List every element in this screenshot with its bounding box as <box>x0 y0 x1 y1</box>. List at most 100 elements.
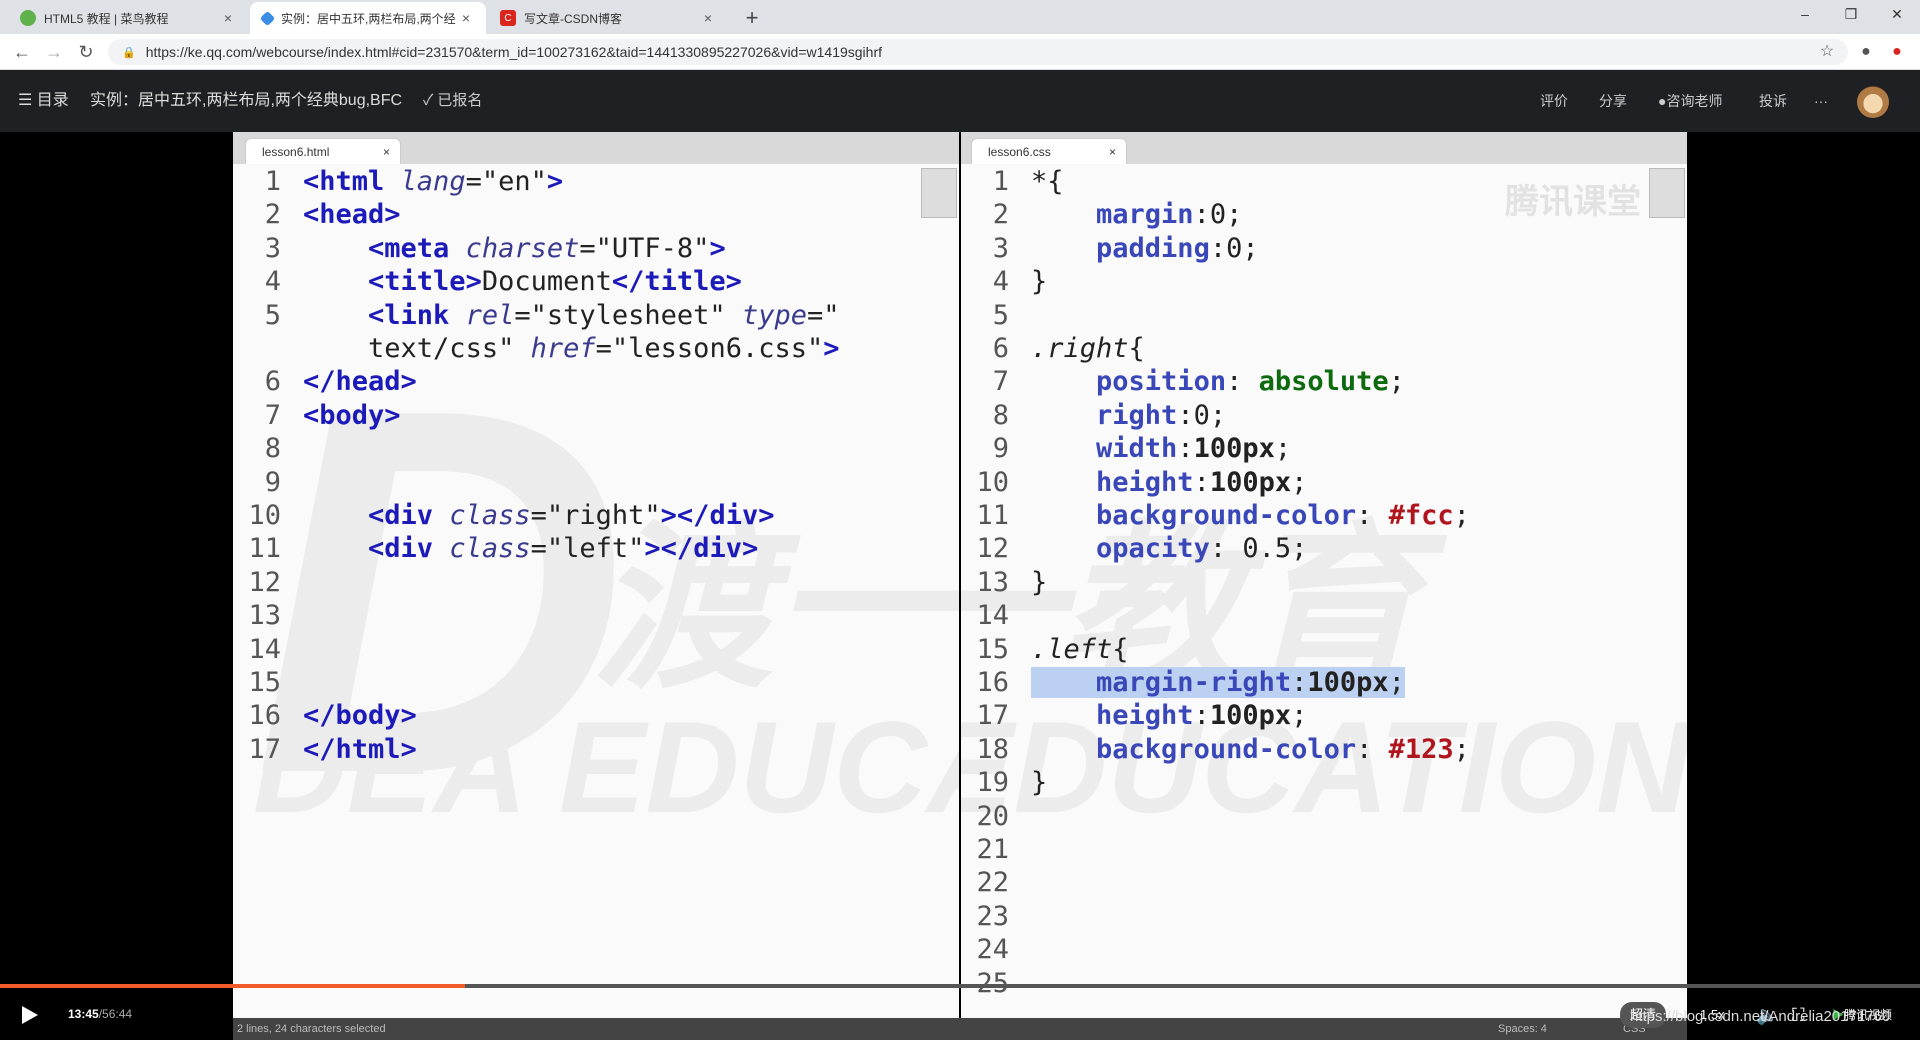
code-line[interactable]: width:100px; <box>1031 433 1291 464</box>
code-line[interactable]: *{ <box>1031 166 1064 197</box>
line-number: 14 <box>248 633 281 665</box>
code-line[interactable]: <html lang="en"> <box>303 166 563 197</box>
window-restore-button[interactable]: ❐ <box>1828 0 1874 30</box>
rate-button[interactable]: 评价 <box>1540 70 1568 132</box>
consult-teacher-button[interactable]: ●咨询老师 <box>1658 70 1722 132</box>
reload-icon[interactable]: ↻ <box>72 38 100 66</box>
video-time: 13:45/56:44 <box>68 1007 132 1021</box>
code-line[interactable]: </html> <box>303 734 417 765</box>
line-number: 10 <box>976 466 1009 498</box>
selection-status: 2 lines, 24 characters selected <box>237 1023 386 1035</box>
line-number: 8 <box>992 399 1009 431</box>
line-number: 24 <box>976 934 1009 966</box>
code-line[interactable]: <link rel="stylesheet" type=" <box>303 300 840 331</box>
app-root: HTML5 教程 | 菜鸟教程 × 实例：居中五环,两栏布局,两个经 × C 写… <box>0 0 1920 1040</box>
line-number: 4 <box>992 266 1009 298</box>
line-number: 13 <box>976 566 1009 598</box>
play-icon[interactable] <box>18 1004 40 1026</box>
line-number: 17 <box>976 700 1009 732</box>
code-line[interactable]: <div class="right"></div> <box>303 500 774 531</box>
code-line[interactable]: opacity: 0.5; <box>1031 533 1307 564</box>
code-line[interactable]: margin-right:100px; <box>1031 667 1405 698</box>
code-line[interactable]: right:0; <box>1031 400 1226 431</box>
line-number: 18 <box>976 733 1009 765</box>
code-line[interactable]: text/css" href="lesson6.css"> <box>303 333 839 364</box>
line-number: 6 <box>264 366 281 398</box>
code-line[interactable]: background-color: #fcc; <box>1031 500 1470 531</box>
address-bar[interactable]: 🔒 https://ke.qq.com/webcourse/index.html… <box>108 39 1848 65</box>
line-number: 12 <box>976 533 1009 565</box>
indent-status[interactable]: Spaces: 4 <box>1498 1018 1547 1040</box>
line-number: 15 <box>976 633 1009 665</box>
browser-tab-csdn[interactable]: C 写文章-CSDN博客 × <box>488 2 728 34</box>
browser-tab-course[interactable]: 实例：居中五环,两栏布局,两个经 × <box>250 2 486 34</box>
window-minimize-button[interactable]: – <box>1782 0 1828 30</box>
avatar[interactable] <box>1857 86 1889 118</box>
editor-tab-close-icon[interactable]: × <box>383 139 390 165</box>
catalog-menu-button[interactable]: ☰ 目录 <box>18 70 69 132</box>
code-line[interactable]: .right{ <box>1031 333 1145 364</box>
tab-title: HTML5 教程 | 菜鸟教程 <box>44 11 169 26</box>
code-line[interactable]: .left{ <box>1031 634 1129 665</box>
window-close-button[interactable]: ✕ <box>1874 0 1920 30</box>
editor-minimap[interactable] <box>1649 168 1685 218</box>
tab-close-icon[interactable]: × <box>700 10 716 26</box>
line-number: 4 <box>264 266 281 298</box>
code-line[interactable]: position: absolute; <box>1031 366 1405 397</box>
runoob-favicon-icon <box>20 10 36 26</box>
line-number: 7 <box>992 366 1009 398</box>
line-number: 23 <box>976 900 1009 932</box>
editor-tab-close-icon[interactable]: × <box>1109 139 1116 165</box>
line-number: 8 <box>264 433 281 465</box>
back-arrow-icon[interactable]: ← <box>8 38 36 66</box>
video-progress-bar[interactable] <box>0 984 1920 988</box>
line-number: 14 <box>976 600 1009 632</box>
video-progress-fill <box>0 984 465 988</box>
code-line[interactable]: background-color: #123; <box>1031 734 1470 765</box>
code-line[interactable]: <head> <box>303 199 401 230</box>
code-line[interactable]: <title>Document</title> <box>303 266 742 297</box>
line-number: 12 <box>248 566 281 598</box>
browser-tab-runoob[interactable]: HTML5 教程 | 菜鸟教程 × <box>8 2 248 34</box>
code-line[interactable]: <body> <box>303 400 401 431</box>
more-options-button[interactable]: ··· <box>1814 70 1828 132</box>
editor-minimap[interactable] <box>921 168 957 218</box>
lock-icon: 🔒 <box>122 46 136 59</box>
code-line[interactable]: <div class="left"></div> <box>303 533 758 564</box>
code-line[interactable]: } <box>1031 767 1047 798</box>
course-header: ☰ 目录 实例：居中五环,两栏布局,两个经典bug,BFC ✓ 已报名 评价 分… <box>0 70 1920 132</box>
code-line[interactable]: <meta charset="UTF-8"> <box>303 233 726 264</box>
complain-button[interactable]: 投诉 <box>1759 70 1787 132</box>
current-time: 13:45 <box>68 1007 99 1021</box>
code-line[interactable]: margin:0; <box>1031 199 1242 230</box>
new-tab-button[interactable]: + <box>738 4 766 32</box>
extension-icon[interactable]: ● <box>1886 41 1908 63</box>
code-line[interactable]: height:100px; <box>1031 700 1307 731</box>
total-time: /56:44 <box>98 1007 133 1021</box>
code-line[interactable]: </head> <box>303 366 417 397</box>
line-number: 9 <box>992 433 1009 465</box>
line-number: 13 <box>248 600 281 632</box>
bookmark-star-icon[interactable]: ☆ <box>1816 41 1838 63</box>
code-line[interactable]: } <box>1031 266 1047 297</box>
code-line[interactable]: </body> <box>303 700 417 731</box>
line-number: 7 <box>264 399 281 431</box>
editor-tab-lesson6-css[interactable]: lesson6.css × <box>971 138 1127 164</box>
code-line[interactable]: height:100px; <box>1031 467 1307 498</box>
line-number: 5 <box>264 299 281 331</box>
share-button[interactable]: 分享 <box>1599 70 1627 132</box>
line-number: 3 <box>992 232 1009 264</box>
line-number: 10 <box>248 500 281 531</box>
code-line[interactable]: } <box>1031 567 1047 598</box>
line-number: 1 <box>992 166 1009 197</box>
code-line[interactable]: padding:0; <box>1031 233 1259 264</box>
line-number: 2 <box>992 199 1009 231</box>
line-number: 3 <box>264 232 281 264</box>
tab-close-icon[interactable]: × <box>458 10 474 26</box>
profile-icon[interactable]: ● <box>1855 41 1877 63</box>
tab-title: 实例：居中五环,两栏布局,两个经 <box>281 11 456 26</box>
editor-tab-lesson6-html[interactable]: lesson6.html × <box>245 138 401 164</box>
tab-close-icon[interactable]: × <box>220 10 236 26</box>
forward-arrow-icon[interactable]: → <box>40 38 68 66</box>
editor-status-bar: 2 lines, 24 characters selected Spaces: … <box>233 1018 1687 1040</box>
